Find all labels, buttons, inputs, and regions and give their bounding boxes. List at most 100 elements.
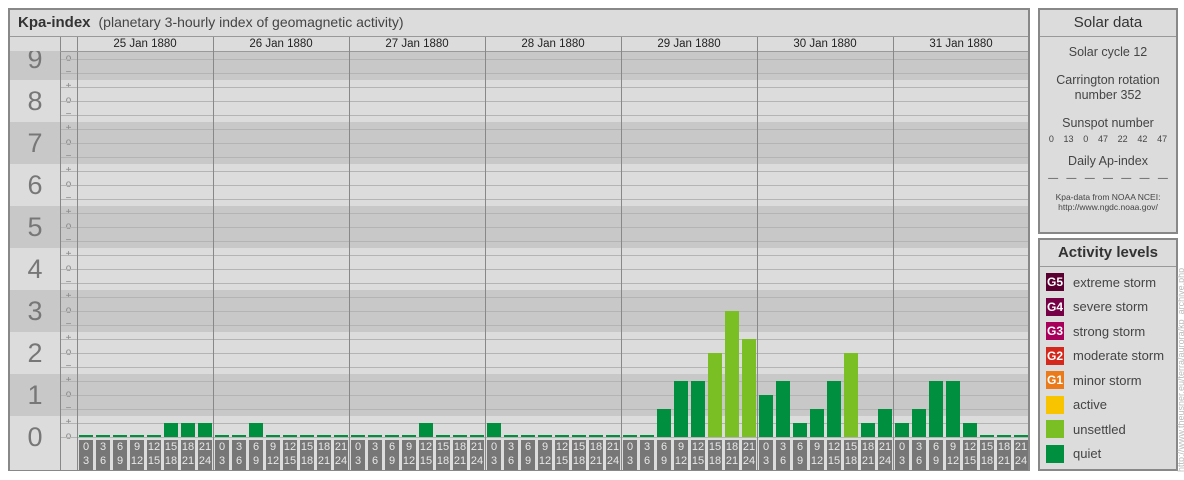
level-swatch: G4 <box>1046 297 1064 316</box>
interval-label: 12 15 <box>419 440 433 470</box>
y-tick-label: 0 <box>27 422 43 452</box>
interval-start: 9 <box>541 441 549 453</box>
interval-end: 6 <box>235 455 243 467</box>
interval-label: 18 21 <box>453 440 467 470</box>
interval-start: 9 <box>269 441 277 453</box>
kp-bar <box>742 339 756 437</box>
kp-bar <box>436 435 450 437</box>
interval-end: 21 <box>589 455 603 467</box>
interval-end: 9 <box>932 455 940 467</box>
interval-end: 12 <box>402 455 416 467</box>
interval-start: 0 <box>218 441 226 453</box>
interval-start: 6 <box>796 441 804 453</box>
grid-line <box>60 311 1028 312</box>
interval-end: 15 <box>147 455 161 467</box>
interval-end: 18 <box>436 455 450 467</box>
kp-bar <box>572 435 586 437</box>
interval-label: 21 24 <box>334 440 348 470</box>
interval-end: 21 <box>725 455 739 467</box>
interval-start: 21 <box>606 441 620 453</box>
interval-start: 15 <box>436 441 450 453</box>
kp-bar <box>283 435 297 437</box>
kp-bar <box>96 435 110 437</box>
interval-end: 15 <box>827 455 841 467</box>
grid-line <box>60 199 1028 200</box>
y-tick-label: 1 <box>27 380 43 410</box>
ap-value: — <box>1121 173 1132 184</box>
activity-levels-title: Activity levels <box>1040 240 1176 267</box>
interval-label: 36 <box>368 440 382 470</box>
kp-bar <box>861 423 875 437</box>
interval-end: 12 <box>266 455 280 467</box>
sunspot-value: 42 <box>1137 134 1148 144</box>
kp-bar <box>844 353 858 437</box>
activity-levels-panel: Activity levels G5 extreme storm G4 severe … <box>1038 238 1178 471</box>
interval-label: 18 21 <box>181 440 195 470</box>
interval-end: 24 <box>334 455 348 467</box>
activity-level-active: active <box>1040 393 1176 418</box>
kp-bar <box>895 423 909 437</box>
grid-line <box>60 269 1028 270</box>
interval-label: 21 24 <box>470 440 484 470</box>
kp-bar <box>640 435 654 437</box>
interval-end: 21 <box>317 455 331 467</box>
y-tick-label: 8 <box>27 86 43 116</box>
interval-label: 18 21 <box>725 440 739 470</box>
activity-level-severe-storm: G4 severe storm <box>1040 295 1176 320</box>
kp-bar <box>453 435 467 437</box>
axis-divider <box>60 37 61 470</box>
interval-start: 0 <box>762 441 770 453</box>
interval-start: 18 <box>861 441 875 453</box>
grid-line <box>60 157 1028 158</box>
level-label: minor storm <box>1073 372 1142 388</box>
interval-end: 3 <box>898 455 906 467</box>
interval-start: 18 <box>181 441 195 453</box>
interval-label: 9 12 <box>946 440 960 470</box>
interval-label: 69 <box>657 440 671 470</box>
interval-start: 3 <box>915 441 923 453</box>
interval-end: 15 <box>419 455 433 467</box>
level-swatch: G5 <box>1046 273 1064 292</box>
interval-label: 9 12 <box>130 440 144 470</box>
interval-start: 15 <box>300 441 314 453</box>
interval-label: 69 <box>929 440 943 470</box>
grid-line <box>60 325 1028 326</box>
interval-start: 0 <box>626 441 634 453</box>
source-link[interactable]: http://www.ngdc.noaa.gov/ <box>1040 202 1176 212</box>
day-divider <box>485 37 486 470</box>
interval-start: 0 <box>490 441 498 453</box>
interval-start: 6 <box>116 441 124 453</box>
interval-label: 69 <box>385 440 399 470</box>
kp-bar <box>487 423 501 437</box>
sunspot-value: 22 <box>1117 134 1128 144</box>
interval-start: 18 <box>725 441 739 453</box>
kp-bar <box>334 435 348 437</box>
interval-start: 15 <box>164 441 178 453</box>
sunspot-value: 13 <box>1063 134 1074 144</box>
grid-line <box>60 241 1028 242</box>
interval-start: 18 <box>453 441 467 453</box>
date-label: 27 Jan 1880 <box>385 38 449 50</box>
interval-end: 6 <box>99 455 107 467</box>
day-divider <box>757 37 758 470</box>
kp-bar <box>759 395 773 437</box>
interval-label: 9 12 <box>538 440 552 470</box>
interval-end: 12 <box>946 455 960 467</box>
ap-value: — <box>1139 173 1150 184</box>
interval-start: 21 <box>470 441 484 453</box>
interval-start: 18 <box>997 441 1011 453</box>
interval-start: 15 <box>844 441 858 453</box>
solar-data-title: Solar data <box>1040 10 1176 37</box>
kp-bar <box>385 435 399 437</box>
interval-label: 12 15 <box>283 440 297 470</box>
ap-value: — <box>1157 173 1168 184</box>
sunspot-value: 0 <box>1048 134 1054 144</box>
interval-start: 21 <box>878 441 892 453</box>
kp-bar <box>589 435 603 437</box>
interval-end: 24 <box>198 455 212 467</box>
interval-end: 18 <box>300 455 314 467</box>
interval-end: 6 <box>507 455 515 467</box>
interval-start: 12 <box>147 441 161 453</box>
interval-start: 9 <box>133 441 141 453</box>
activity-level-quiet: quiet <box>1040 442 1176 467</box>
